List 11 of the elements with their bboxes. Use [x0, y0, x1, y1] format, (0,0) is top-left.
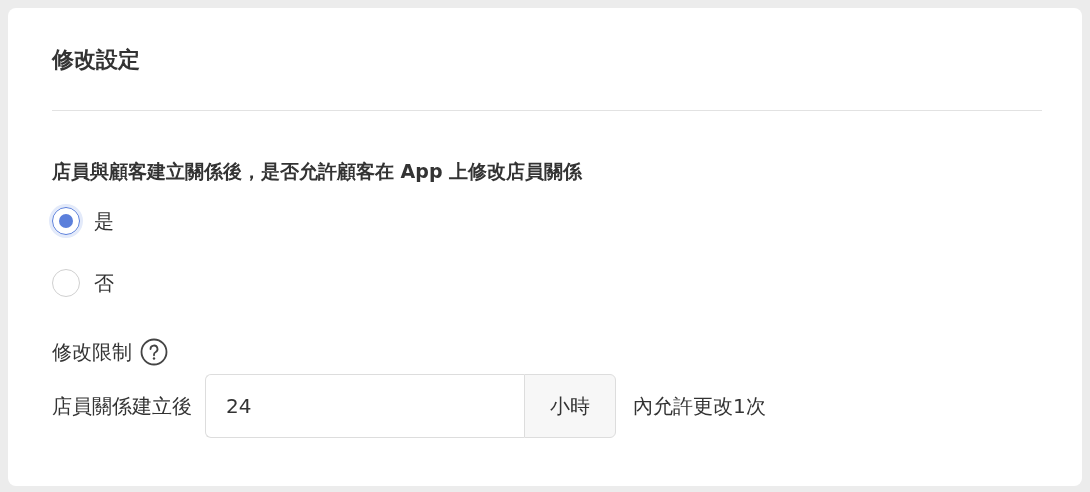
hours-field[interactable]: 24: [205, 374, 524, 438]
radio-icon[interactable]: [52, 207, 80, 235]
field-label: 修改限制: [52, 338, 132, 366]
suffix-text: 內允許更改1次: [633, 392, 766, 420]
help-icon[interactable]: [140, 338, 168, 366]
question-text: 店員與顧客建立關係後，是否允許顧客在 App 上修改店員關係: [52, 159, 584, 184]
radio-option[interactable]: 是: [52, 206, 114, 236]
prefix-text: 店員關係建立後: [52, 392, 192, 420]
radio-option[interactable]: 否: [52, 268, 114, 298]
unit-addon: 小時: [524, 374, 616, 438]
section-title: 修改設定: [52, 8, 1042, 111]
